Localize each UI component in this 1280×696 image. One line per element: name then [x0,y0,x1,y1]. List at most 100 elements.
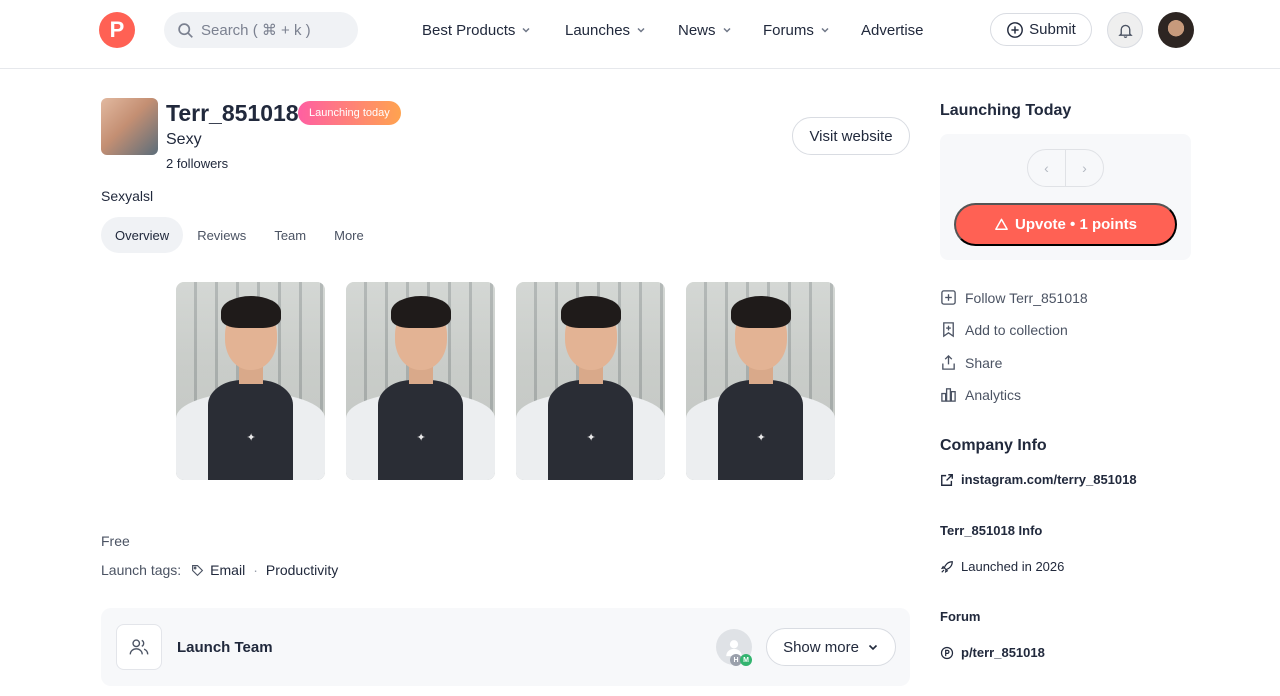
photo-vest [548,380,633,480]
nav-forums[interactable]: Forums [763,20,830,40]
gallery-image[interactable]: ✦ [686,282,835,480]
photo-hair [560,296,621,328]
show-more-label: Show more [783,638,859,656]
nav-news[interactable]: News [678,20,732,40]
tag-icon [192,564,204,576]
photo-hair [730,296,791,328]
product-info-title: Terr_851018 Info [940,523,1043,538]
nav-best-products[interactable]: Best Products [422,20,531,40]
team-member-avatar[interactable]: H M [716,629,752,666]
share-action[interactable]: Share [940,354,1002,371]
chevron-right-icon[interactable]: › [1065,150,1103,186]
search-icon [178,22,193,38]
photo-hair [390,296,451,328]
upvote-card: ‹ › Upvote • 1 points [940,134,1191,260]
chevron-left-icon[interactable]: ‹ [1028,150,1065,186]
product-hunt-logo[interactable]: P [99,12,135,48]
tag-label: Email [210,562,246,578]
launch-pager: ‹ › [1027,149,1104,187]
forum-title: Forum [940,609,981,624]
upvote-button[interactable]: Upvote • 1 points [954,203,1177,246]
rocket-icon [940,560,953,573]
collection-label: Add to collection [965,321,1068,338]
analytics-label: Analytics [965,386,1022,403]
share-icon [942,354,955,370]
chevron-down-icon [722,27,731,33]
forum-link-text: p/terr_851018 [961,645,1045,660]
launch-year: Launched in 2026 [940,559,1064,574]
forum-p-icon [940,646,954,659]
nav-label: Launches [565,21,631,39]
product-tagline: Sexy [166,131,202,148]
pricing-label: Free [101,533,130,549]
notifications-button[interactable] [1107,12,1143,48]
bell-icon [1117,24,1133,38]
chevron-down-icon [522,27,530,33]
analytics-action[interactable]: Analytics [940,386,1021,403]
chevron-down-icon [821,27,829,33]
users-icon [129,639,149,655]
launch-tags-label: Launch tags: [101,562,182,578]
company-website-link[interactable]: instagram.com/terry_851018 [940,472,1137,487]
tab-reviews[interactable]: Reviews [183,217,260,253]
user-avatar[interactable] [1158,12,1194,48]
jumpman-logo-icon: ✦ [246,432,256,444]
follow-action[interactable]: Follow Terr_851018 [940,289,1088,306]
product-tabs: Overview Reviews Team More [101,217,378,253]
photo-vest [718,380,803,480]
product-thumbnail [101,98,158,155]
followers-count[interactable]: 2 followers [166,156,228,171]
gallery-image[interactable]: ✦ [176,282,325,480]
jumpman-logo-icon: ✦ [756,432,766,444]
launching-today-badge: Launching today [298,101,401,125]
analytics-icon [941,388,956,402]
show-more-button[interactable]: Show more [766,628,896,666]
tag-separator: · [253,562,258,578]
plus-square-icon [941,290,956,305]
search-box[interactable] [164,12,358,48]
share-label: Share [965,354,1003,371]
product-description: Sexyalsl [101,188,154,204]
plus-circle-icon [1007,21,1024,38]
team-icon-box [116,624,162,670]
launching-today-title: Launching Today [940,102,1072,119]
photo-vest [378,380,463,480]
nav-label: Advertise [861,21,924,39]
tab-overview[interactable]: Overview [101,217,184,253]
gallery-image[interactable]: ✦ [516,282,665,480]
hunter-badge: M [740,654,752,666]
tag-email[interactable]: Email [191,562,245,578]
launch-team-section: Launch Team H M Show more [101,608,910,686]
jumpman-logo-icon: ✦ [586,432,596,444]
follow-label: Follow Terr_851018 [965,289,1088,306]
add-to-collection-action[interactable]: Add to collection [940,321,1068,338]
upvote-triangle-icon [995,218,1008,230]
submit-button[interactable]: Submit [990,13,1092,46]
product-name: Terr_851018 [166,100,299,126]
search-input[interactable] [201,21,351,39]
launch-tags: Launch tags: Email · Productivity [101,562,338,578]
visit-website-button[interactable]: Visit website [792,117,910,155]
tab-team[interactable]: Team [260,217,320,253]
company-link-text: instagram.com/terry_851018 [961,472,1137,487]
nav-advertise[interactable]: Advertise [861,20,924,40]
submit-label: Submit [1029,21,1076,38]
gallery-image[interactable]: ✦ [346,282,495,480]
upvote-label: Upvote • 1 points [1015,216,1137,233]
external-link-icon [941,473,953,486]
product-gallery: ✦ ✦ ✦ ✦ [176,282,835,480]
tag-productivity[interactable]: Productivity [266,562,338,578]
launched-text: Launched in 2026 [961,559,1065,574]
bookmark-icon [943,322,954,338]
nav-label: Forums [763,21,814,39]
forum-link[interactable]: p/terr_851018 [940,645,1045,660]
photo-vest [208,380,293,480]
tab-more[interactable]: More [320,217,378,253]
nav-label: News [678,21,716,39]
top-navigation-bar: P Best Products Launches News Forums Adv… [0,0,1280,69]
nav-launches[interactable]: Launches [565,20,646,40]
company-info-title: Company Info [940,437,1047,454]
chevron-down-icon [637,27,645,33]
launch-team-title: Launch Team [177,639,273,656]
jumpman-logo-icon: ✦ [416,432,426,444]
